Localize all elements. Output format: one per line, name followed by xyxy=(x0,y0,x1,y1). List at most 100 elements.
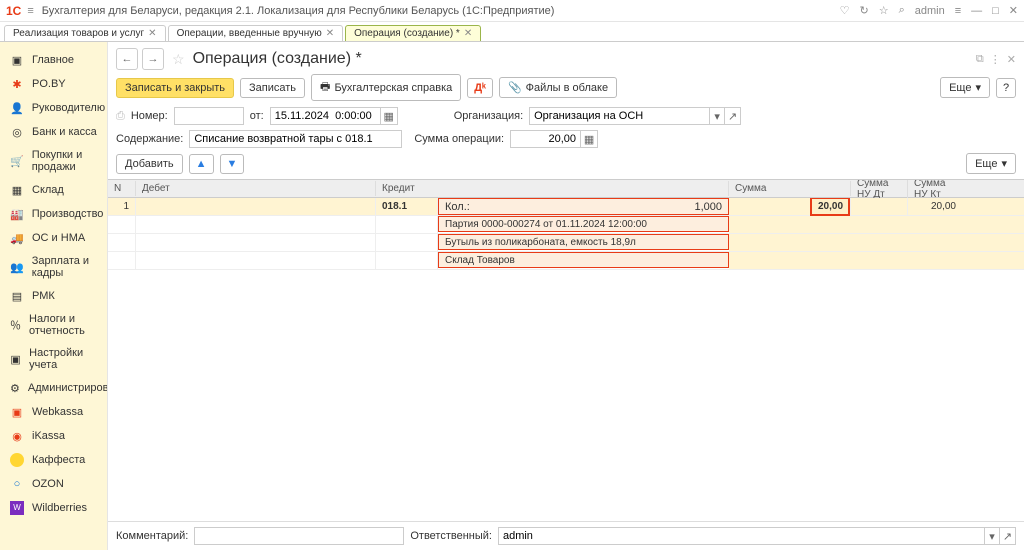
org-field[interactable] xyxy=(529,107,709,125)
sidebar-item-zp[interactable]: 👥Зарплата и кадры xyxy=(0,250,107,284)
cell-sumkt[interactable]: 20,00 xyxy=(908,198,962,215)
sidebar-item-stock[interactable]: ▦Склад xyxy=(0,178,107,202)
sidebar-item-prod[interactable]: 🏭Производство xyxy=(0,202,107,226)
home-icon: ▣ xyxy=(10,53,24,67)
pos-icon: ▤ xyxy=(10,289,24,303)
org-label: Организация: xyxy=(454,110,523,122)
sidebar-item-ozon[interactable]: ○OZON xyxy=(0,472,107,496)
dk-button[interactable]: Дᵏ xyxy=(467,78,493,98)
sidebar-item-poby[interactable]: ✱PO.BY xyxy=(0,72,107,96)
table-row[interactable]: 1 018.1 Кол.: 1,000 20,00 20,00 xyxy=(108,198,1024,216)
close-icon[interactable]: ✕ xyxy=(326,28,334,39)
help-button[interactable]: ? xyxy=(996,78,1016,98)
search-icon[interactable]: ⌕ xyxy=(899,4,905,17)
content-field[interactable] xyxy=(189,130,402,148)
star-icon: ✱ xyxy=(10,77,24,91)
cell-sum[interactable]: 20,00 xyxy=(810,198,850,216)
app-title: Бухгалтерия для Беларуси, редакция 2.1. … xyxy=(42,5,555,17)
stock-icon: ▦ xyxy=(10,183,24,197)
col-sum[interactable]: Сумма xyxy=(729,181,851,196)
user-label[interactable]: admin xyxy=(915,5,945,17)
date-field[interactable] xyxy=(270,107,380,125)
open-ref-icon[interactable]: ↗ xyxy=(1000,527,1016,545)
tab-operations-manual[interactable]: Операции, введенные вручную✕ xyxy=(168,25,344,41)
favorite-icon[interactable]: ☆ xyxy=(172,51,185,68)
save-close-button[interactable]: Записать и закрыть xyxy=(116,78,234,98)
sidebar-item-tax[interactable]: ％Налоги и отчетность xyxy=(0,308,107,342)
sum-field[interactable] xyxy=(510,130,580,148)
cell-n[interactable]: 1 xyxy=(108,198,136,215)
sidebar-item-os[interactable]: 🚚ОС и НМА xyxy=(0,226,107,250)
sidebar-item-settings[interactable]: ▣Настройки учета xyxy=(0,342,107,376)
nav-forward-button[interactable]: → xyxy=(142,48,164,70)
table-row-detail[interactable]: Партия 0000-000274 от 01.11.2024 12:00:0… xyxy=(108,216,1024,234)
kol-value: 1,000 xyxy=(694,201,722,213)
add-button[interactable]: Добавить xyxy=(116,154,183,174)
col-kredit[interactable]: Кредит xyxy=(376,181,729,196)
sidebar-item-web[interactable]: ▣Webkassa xyxy=(0,400,107,424)
grid: N Дебет Кредит Сумма Сумма НУ Дт Сумма Н… xyxy=(108,179,1024,517)
grid-more-button[interactable]: Еще ▾ xyxy=(966,153,1016,174)
cell-sum-wrap[interactable]: 20,00 xyxy=(729,198,851,215)
kaff-icon xyxy=(10,453,24,467)
popout-icon[interactable]: ⧉ xyxy=(976,53,984,66)
comment-field[interactable] xyxy=(194,527,404,545)
col-n[interactable]: N xyxy=(108,181,136,196)
kebab-icon[interactable]: ⋮ xyxy=(990,53,1001,66)
cloud-files-button[interactable]: 📎Файлы в облаке xyxy=(499,77,617,98)
chevron-down-icon[interactable]: ▾ xyxy=(709,107,725,125)
pin-icon[interactable]: ⎙ xyxy=(116,110,125,123)
cell-warehouse[interactable]: Склад Товаров xyxy=(438,252,729,268)
menu-icon[interactable]: ≡ xyxy=(27,5,33,17)
calendar-icon[interactable]: ▦ xyxy=(380,107,398,125)
more-button[interactable]: Еще ▾ xyxy=(940,77,990,98)
open-ref-icon[interactable]: ↗ xyxy=(725,107,741,125)
table-row-detail[interactable]: Склад Товаров xyxy=(108,252,1024,270)
star-icon[interactable]: ☆ xyxy=(879,4,889,17)
manager-icon: 👤 xyxy=(10,101,24,115)
sidebar-item-admin[interactable]: ⚙Администрирование xyxy=(0,376,107,400)
sidebar-item-buy[interactable]: 🛒Покупки и продажи xyxy=(0,144,107,178)
col-debet[interactable]: Дебет xyxy=(136,181,376,196)
sidebar: ▣Главное ✱PO.BY 👤Руководителю ◎Банк и ка… xyxy=(0,42,108,550)
save-button[interactable]: Записать xyxy=(240,78,305,98)
move-up-button[interactable]: ▲ xyxy=(189,154,214,174)
tab-operation-create[interactable]: Операция (создание) *✕ xyxy=(345,25,481,41)
cell-kredit[interactable]: 018.1 xyxy=(376,198,438,215)
history-icon[interactable]: ↻ xyxy=(859,4,868,17)
maximize-icon[interactable]: □ xyxy=(992,5,999,17)
cell-quantity[interactable]: Кол.: 1,000 xyxy=(438,198,729,215)
sidebar-item-wb[interactable]: WWildberries xyxy=(0,496,107,520)
close-form-icon[interactable]: ✕ xyxy=(1007,53,1016,66)
people-icon: 👥 xyxy=(10,260,24,274)
minimize-icon[interactable]: — xyxy=(971,5,982,17)
move-down-button[interactable]: ▼ xyxy=(220,154,245,174)
cell-item[interactable]: Бутыль из поликарбоната, емкость 18,9л xyxy=(438,234,729,250)
close-icon[interactable]: ✕ xyxy=(148,28,156,39)
cell-batch[interactable]: Партия 0000-000274 от 01.11.2024 12:00:0… xyxy=(438,216,729,232)
sidebar-item-ikassa[interactable]: ◉iKassa xyxy=(0,424,107,448)
close-icon[interactable]: ✕ xyxy=(464,28,472,39)
cell-sumdt[interactable] xyxy=(851,198,908,215)
calculator-icon[interactable]: ▦ xyxy=(580,130,598,148)
nav-back-button[interactable]: ← xyxy=(116,48,138,70)
sidebar-item-main[interactable]: ▣Главное xyxy=(0,48,107,72)
ikassa-icon: ◉ xyxy=(10,429,24,443)
sidebar-item-rmk[interactable]: ▤РМК xyxy=(0,284,107,308)
sidebar-item-bank[interactable]: ◎Банк и касса xyxy=(0,120,107,144)
chevron-down-icon[interactable]: ▾ xyxy=(984,527,1000,545)
responsible-field[interactable] xyxy=(498,527,984,545)
settings-icon[interactable]: ≡ xyxy=(955,5,961,17)
cell-debet[interactable] xyxy=(136,198,376,215)
number-field[interactable] xyxy=(174,107,244,125)
sidebar-item-manager[interactable]: 👤Руководителю xyxy=(0,96,107,120)
close-icon[interactable]: ✕ xyxy=(1009,4,1018,17)
comment-label: Комментарий: xyxy=(116,530,188,542)
table-row-detail[interactable]: Бутыль из поликарбоната, емкость 18,9л xyxy=(108,234,1024,252)
tab-realization[interactable]: Реализация товаров и услуг✕ xyxy=(4,25,166,41)
print-ref-button[interactable]: 🖶Бухгалтерская справка xyxy=(311,74,461,101)
bell-icon[interactable]: ♡ xyxy=(840,4,850,17)
sidebar-item-kaff[interactable]: Каффеста xyxy=(0,448,107,472)
gear-icon: ⚙ xyxy=(10,381,20,395)
wb-icon: W xyxy=(10,501,24,515)
